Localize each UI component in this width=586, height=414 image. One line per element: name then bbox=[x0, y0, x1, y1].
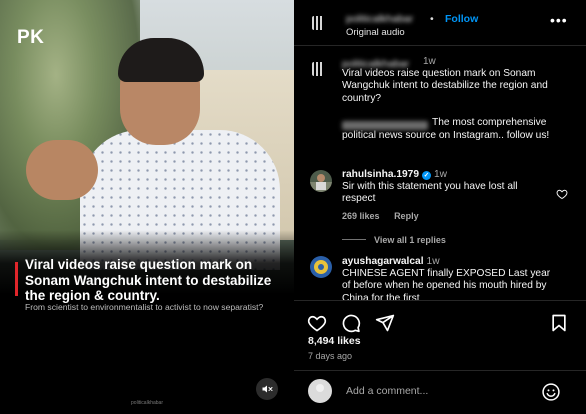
comment-username[interactable]: rahulsinha.1979 ✓ 1w bbox=[342, 169, 447, 180]
emoji-icon[interactable] bbox=[541, 382, 561, 402]
header-separator: • bbox=[430, 13, 434, 25]
caption-line-1: Viral videos raise question mark on Sona… bbox=[342, 68, 548, 104]
comment-time: 1w bbox=[434, 169, 448, 180]
commenter-avatar[interactable] bbox=[310, 256, 332, 278]
caption-handle[interactable]: politicalkhabar bbox=[342, 121, 428, 131]
comment-text: Sir with this statement you have lost al… bbox=[342, 181, 518, 205]
current-user-avatar bbox=[308, 379, 332, 403]
caption-line-2: politicalkhabarThe most comprehensive po… bbox=[342, 117, 577, 142]
comment-meta: 269 likes Reply bbox=[342, 211, 431, 221]
video-subtext: From scientist to environmentalist to ac… bbox=[25, 302, 264, 312]
heart-icon[interactable] bbox=[307, 313, 327, 333]
avatar-image bbox=[310, 256, 332, 278]
speaker-muted-icon bbox=[262, 385, 273, 393]
post-video[interactable]: PK Viral videos raise question mark on S… bbox=[0, 0, 294, 414]
post-actions: 8,494 likes 7 days ago bbox=[294, 300, 586, 370]
follow-button[interactable]: Follow bbox=[445, 13, 478, 25]
comment-time: 1w bbox=[426, 256, 440, 267]
brand-logo: PK bbox=[17, 27, 45, 48]
post-panel: politicalkhabar • Follow Original audio … bbox=[294, 0, 586, 414]
post-header: politicalkhabar • Follow Original audio … bbox=[294, 0, 586, 46]
mute-button[interactable] bbox=[256, 378, 278, 400]
commenter-avatar[interactable] bbox=[310, 170, 332, 192]
add-comment-bar: Add a comment... bbox=[294, 370, 586, 414]
reply-button[interactable]: Reply bbox=[394, 211, 419, 221]
replies-rule bbox=[342, 239, 366, 240]
video-person-hand bbox=[26, 140, 98, 200]
comment-icon[interactable] bbox=[341, 313, 361, 333]
view-replies-button[interactable]: View all 1 replies bbox=[342, 235, 446, 245]
audio-label[interactable]: Original audio bbox=[346, 27, 405, 38]
more-horizontal-icon[interactable]: ••• bbox=[550, 12, 568, 28]
bookmark-icon[interactable] bbox=[549, 313, 569, 333]
caption-text: Viral videos raise question mark on Sona… bbox=[342, 68, 577, 143]
add-comment-input[interactable]: Add a comment... bbox=[346, 385, 428, 397]
send-icon[interactable] bbox=[375, 313, 395, 333]
comment-likes[interactable]: 269 likes bbox=[342, 211, 380, 221]
caption-time: 1w bbox=[423, 56, 436, 67]
likes-count[interactable]: 8,494 likes bbox=[308, 335, 361, 347]
author-username[interactable]: politicalkhabar bbox=[346, 13, 413, 25]
comment-like-heart-icon[interactable] bbox=[556, 188, 568, 200]
avatar-image bbox=[310, 170, 332, 192]
view-replies-text[interactable]: View all 1 replies bbox=[374, 235, 446, 245]
post-date: 7 days ago bbox=[308, 351, 353, 361]
author-avatar[interactable] bbox=[312, 16, 326, 30]
video-watermark: politicalkhabar bbox=[131, 400, 163, 406]
comment-username-text[interactable]: ayushagarwalcal bbox=[342, 256, 424, 267]
headline-accent-bar bbox=[15, 262, 18, 296]
caption-author-avatar[interactable] bbox=[312, 62, 326, 76]
verified-badge-icon: ✓ bbox=[422, 171, 432, 180]
video-headline: Viral videos raise question mark on Sona… bbox=[25, 257, 272, 303]
comment-username[interactable]: ayushagarwalcal 1w bbox=[342, 256, 440, 267]
comment-username-text[interactable]: rahulsinha.1979 bbox=[342, 169, 419, 180]
